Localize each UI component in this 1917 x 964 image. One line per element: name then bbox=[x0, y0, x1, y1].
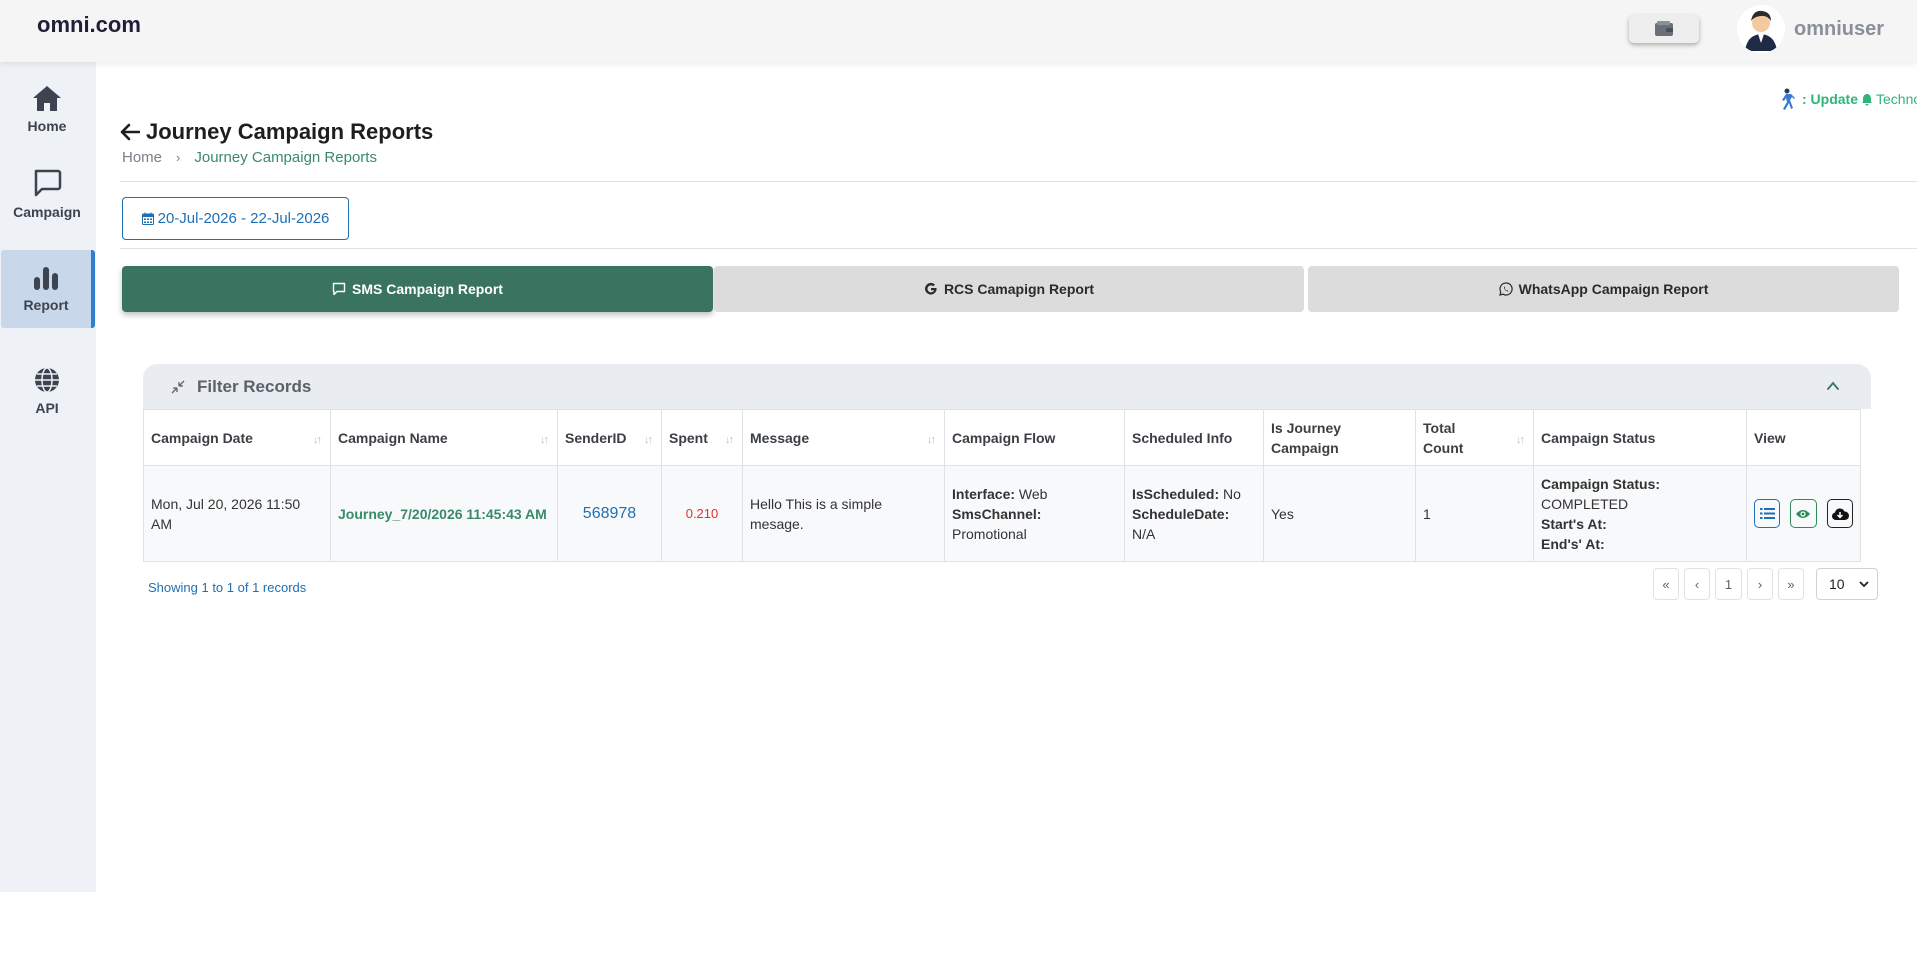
sidebar-item-api[interactable]: API bbox=[0, 352, 94, 430]
pagination: « ‹ 1 › » bbox=[1653, 568, 1804, 600]
download-button[interactable] bbox=[1826, 499, 1853, 528]
bell-icon bbox=[1862, 93, 1872, 105]
page-1-button[interactable]: 1 bbox=[1715, 568, 1742, 600]
collapse-arrows-icon bbox=[171, 380, 185, 393]
wallet-button[interactable] bbox=[1629, 15, 1699, 43]
filter-records-card: Filter Records Campaign Date ↓↑ Campaign … bbox=[143, 364, 1871, 562]
sort-icon[interactable]: ↓↑ bbox=[1516, 430, 1525, 450]
details-list-button[interactable] bbox=[1754, 499, 1781, 528]
chevron-up-icon[interactable] bbox=[1825, 378, 1841, 394]
page-title-text: Journey Campaign Reports bbox=[146, 119, 434, 144]
sort-icon[interactable]: ↓↑ bbox=[927, 430, 936, 450]
bar-chart-icon bbox=[34, 267, 58, 290]
tab-label: WhatsApp Campaign Report bbox=[1518, 281, 1709, 297]
chevron-down-icon bbox=[1859, 581, 1869, 588]
app-logo[interactable]: omni.com bbox=[37, 12, 141, 38]
next-page-button[interactable]: › bbox=[1747, 568, 1773, 600]
cell-campaign-date: Mon, Jul 20, 2026 11:50 AM bbox=[143, 465, 331, 562]
top-navbar: omni.com omniuser bbox=[0, 0, 1917, 62]
breadcrumb-current: Journey Campaign Reports bbox=[194, 149, 377, 166]
col-header-view: View bbox=[1746, 409, 1861, 466]
back-arrow-icon[interactable] bbox=[120, 123, 140, 141]
chat-bubble-icon bbox=[34, 169, 62, 197]
sidebar-item-label: Home bbox=[27, 118, 67, 134]
sidebar-item-label: Report bbox=[23, 297, 69, 313]
eye-icon bbox=[1796, 509, 1811, 518]
tab-label: RCS Camapign Report bbox=[943, 281, 1095, 297]
breadcrumb-home[interactable]: Home bbox=[122, 149, 162, 166]
cell-is-journey: Yes bbox=[1263, 465, 1416, 562]
chat-bubble-icon bbox=[332, 282, 346, 296]
sidebar-item-label: Campaign bbox=[13, 204, 81, 220]
cell-scheduled-info: IsScheduled: No ScheduleDate: N/A bbox=[1124, 465, 1264, 562]
sort-icon[interactable]: ↓↑ bbox=[313, 430, 322, 450]
google-icon bbox=[924, 282, 937, 295]
cell-campaign-flow: Interface: Web SmsChannel: Promotional bbox=[944, 465, 1125, 562]
sidebar-item-home[interactable]: Home bbox=[0, 70, 94, 148]
tab-rcs-report[interactable]: RCS Camapign Report bbox=[714, 266, 1304, 312]
campaign-report-table: Campaign Date ↓↑ Campaign Name ↓↑ SenderID… bbox=[143, 409, 1861, 562]
table-header-row: Campaign Date ↓↑ Campaign Name ↓↑ SenderID… bbox=[143, 409, 1861, 466]
cell-view-actions bbox=[1746, 465, 1861, 562]
sort-icon[interactable]: ↓↑ bbox=[644, 430, 653, 450]
col-header-total-count[interactable]: Total Count ↓↑ bbox=[1415, 409, 1534, 466]
cell-message: Hello This is a simple mesage. bbox=[742, 465, 945, 562]
sidebar-item-report[interactable]: Report bbox=[1, 250, 95, 328]
cell-sender-id[interactable]: 568978 bbox=[557, 465, 662, 562]
user-avatar[interactable] bbox=[1737, 5, 1785, 53]
view-button[interactable] bbox=[1790, 499, 1817, 528]
calendar-icon bbox=[141, 212, 154, 225]
globe-icon bbox=[35, 367, 59, 393]
tab-sms-report[interactable]: SMS Campaign Report bbox=[122, 266, 713, 312]
col-header-campaign-status: Campaign Status bbox=[1533, 409, 1747, 466]
col-header-campaign-date[interactable]: Campaign Date ↓↑ bbox=[143, 409, 331, 466]
walking-person-icon bbox=[1782, 88, 1795, 110]
wallet-icon bbox=[1655, 21, 1673, 36]
filter-title: Filter Records bbox=[197, 376, 312, 396]
col-header-is-journey: Is Journey Campaign bbox=[1263, 409, 1416, 466]
records-summary: Showing 1 to 1 of 1 records bbox=[148, 580, 307, 595]
date-range-picker[interactable]: 20-Jul-2026 - 22-Jul-2026 bbox=[122, 197, 349, 240]
cell-campaign-name[interactable]: Journey_7/20/2026 11:45:43 AM bbox=[330, 465, 558, 562]
last-page-button[interactable]: » bbox=[1778, 568, 1804, 600]
list-icon bbox=[1759, 508, 1775, 519]
divider bbox=[120, 181, 1917, 182]
cell-campaign-status: Campaign Status: COMPLETED Start's At: E… bbox=[1533, 465, 1747, 562]
username[interactable]: omniuser bbox=[1794, 18, 1884, 41]
tab-whatsapp-report[interactable]: WhatsApp Campaign Report bbox=[1308, 266, 1899, 312]
prev-page-button[interactable]: ‹ bbox=[1684, 568, 1710, 600]
chevron-right-icon: › bbox=[176, 150, 181, 165]
news-ticker: : Update Technology is bbox=[1776, 88, 1917, 110]
home-icon bbox=[33, 86, 61, 111]
col-header-sender-id[interactable]: SenderID ↓↑ bbox=[557, 409, 662, 466]
table-row: Mon, Jul 20, 2026 11:50 AM Journey_7/20/… bbox=[143, 465, 1861, 562]
ticker-update-label: : Update bbox=[1802, 91, 1858, 107]
cloud-download-icon bbox=[1831, 507, 1849, 520]
date-range-text: 20-Jul-2026 - 22-Jul-2026 bbox=[157, 210, 330, 227]
ticker-text: Technology is bbox=[1876, 91, 1917, 107]
col-header-message[interactable]: Message ↓↑ bbox=[742, 409, 945, 466]
col-header-campaign-name[interactable]: Campaign Name ↓↑ bbox=[330, 409, 558, 466]
col-header-campaign-flow: Campaign Flow bbox=[944, 409, 1125, 466]
cell-spent: 0.210 bbox=[661, 465, 743, 562]
sidebar-item-campaign[interactable]: Campaign bbox=[0, 155, 94, 233]
divider bbox=[120, 248, 1917, 249]
col-header-spent[interactable]: Spent ↓↑ bbox=[661, 409, 743, 466]
whatsapp-icon bbox=[1498, 282, 1513, 296]
col-header-scheduled-info: Scheduled Info bbox=[1124, 409, 1264, 466]
breadcrumb: Home › Journey Campaign Reports bbox=[122, 149, 377, 166]
page-title: Journey Campaign Reports bbox=[120, 119, 433, 145]
sort-icon[interactable]: ↓↑ bbox=[725, 430, 734, 450]
main-content: : Update Technology is Journey Campaign … bbox=[96, 62, 1917, 892]
filter-header[interactable]: Filter Records bbox=[143, 364, 1871, 409]
sidebar-item-label: API bbox=[35, 400, 59, 416]
sort-icon[interactable]: ↓↑ bbox=[540, 430, 549, 450]
tab-label: SMS Campaign Report bbox=[352, 281, 503, 297]
cell-total-count: 1 bbox=[1415, 465, 1534, 562]
sidebar: Home Campaign Report API bbox=[0, 62, 96, 892]
page-size-value: 10 bbox=[1829, 576, 1845, 592]
first-page-button[interactable]: « bbox=[1653, 568, 1679, 600]
page-size-select[interactable]: 10 bbox=[1816, 568, 1878, 600]
